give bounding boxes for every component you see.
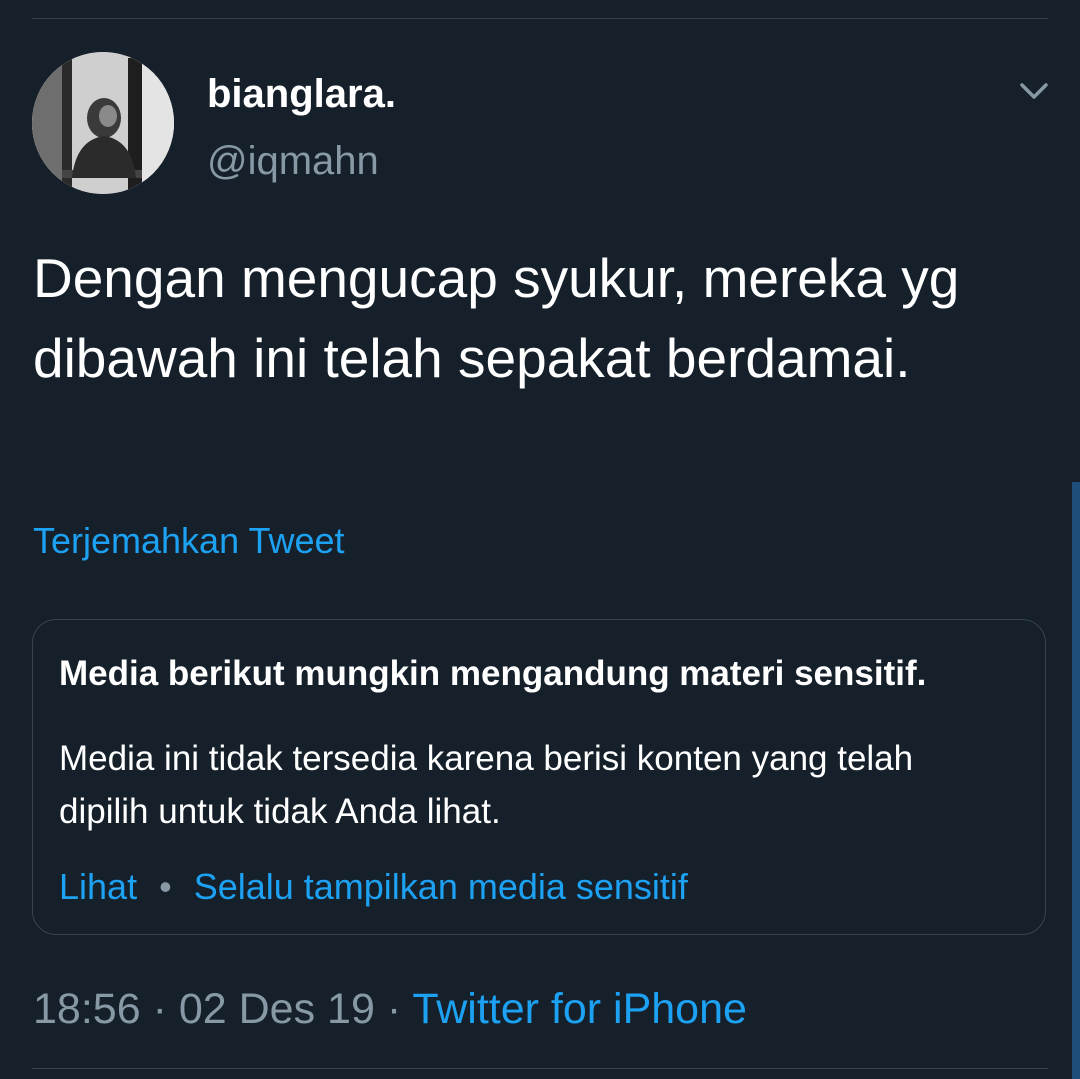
tweet-text: Dengan mengucap syukur, mereka yg dibawa…: [33, 247, 960, 389]
tweet-date: 02 Des 19: [178, 985, 375, 1033]
tweet-source-link[interactable]: Twitter for iPhone: [412, 985, 747, 1033]
always-show-sensitive-link[interactable]: Selalu tampilkan media sensitif: [194, 866, 688, 907]
translate-tweet-link[interactable]: Terjemahkan Tweet: [33, 519, 345, 563]
scrollbar-thumb[interactable]: [1072, 482, 1080, 1079]
meta-separator: ·: [386, 985, 402, 1033]
action-separator: •: [159, 866, 172, 907]
tweet-time: 18:56: [33, 985, 141, 1033]
avatar-photo-icon: [32, 52, 174, 194]
meta-separator: ·: [152, 985, 167, 1033]
author-handle[interactable]: @iqmahn: [207, 137, 379, 185]
view-media-link[interactable]: Lihat: [59, 866, 137, 907]
top-divider: [32, 18, 1048, 19]
avatar[interactable]: [32, 52, 174, 194]
bottom-divider: [32, 1068, 1048, 1069]
chevron-down-icon: [1020, 83, 1048, 99]
tweet-meta: 18:56 · 02 Des 19 · Twitter for iPhone: [33, 983, 747, 1035]
author-display-name[interactable]: bianglara.: [207, 70, 396, 118]
sensitive-media-notice: Media berikut mungkin mengandung materi …: [32, 619, 1046, 935]
tweet-menu-button[interactable]: [1012, 74, 1056, 110]
sensitive-notice-actions: Lihat • Selalu tampilkan media sensitif: [59, 865, 688, 909]
sensitive-notice-title: Media berikut mungkin mengandung materi …: [59, 654, 927, 693]
sensitive-notice-body: Media ini tidak tersedia karena berisi k…: [59, 739, 914, 831]
